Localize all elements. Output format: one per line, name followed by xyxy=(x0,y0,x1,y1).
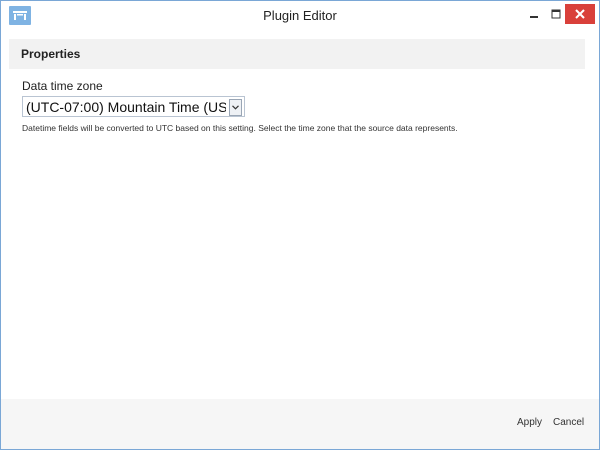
properties-header: Properties xyxy=(9,39,585,69)
time-zone-help-text: Datetime fields will be converted to UTC… xyxy=(22,123,458,133)
time-zone-label: Data time zone xyxy=(22,79,103,93)
close-icon xyxy=(575,9,585,19)
minimize-button[interactable] xyxy=(523,4,545,24)
chevron-down-icon xyxy=(232,105,239,110)
maximize-icon xyxy=(551,9,561,19)
properties-title: Properties xyxy=(21,47,81,61)
time-zone-select[interactable]: (UTC-07:00) Mountain Time (US... xyxy=(22,96,245,117)
plugin-editor-window: Plugin Editor Properties Data time zone … xyxy=(0,0,600,450)
maximize-button[interactable] xyxy=(545,4,567,24)
time-zone-selected-value: (UTC-07:00) Mountain Time (US... xyxy=(26,99,226,115)
cancel-button[interactable]: Cancel xyxy=(553,417,584,428)
close-button[interactable] xyxy=(565,4,595,24)
apply-button[interactable]: Apply xyxy=(517,417,542,428)
window-title: Plugin Editor xyxy=(263,8,337,23)
minimize-icon xyxy=(530,16,538,18)
title-bar[interactable]: Plugin Editor xyxy=(1,1,599,31)
dropdown-button[interactable] xyxy=(229,99,242,116)
properties-panel: Properties Data time zone (UTC-07:00) Mo… xyxy=(9,39,591,399)
dialog-footer: Apply Cancel xyxy=(1,399,599,449)
